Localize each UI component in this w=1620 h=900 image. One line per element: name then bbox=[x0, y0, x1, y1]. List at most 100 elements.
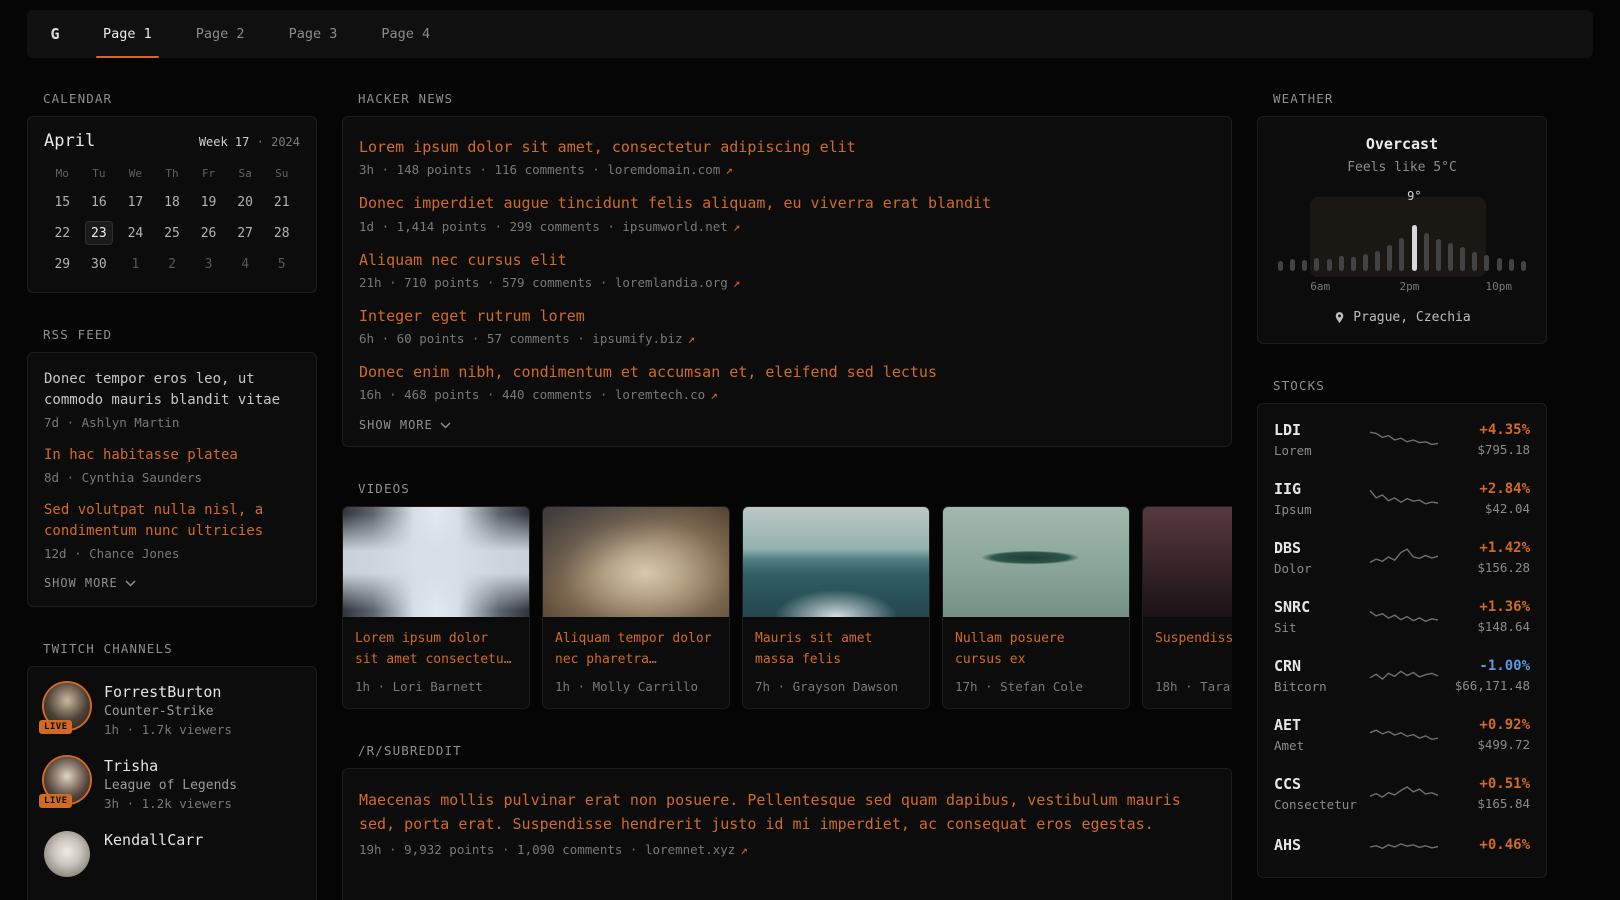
weather-bar bbox=[1412, 225, 1417, 271]
weather-bar bbox=[1302, 260, 1307, 271]
weather-bar bbox=[1472, 252, 1477, 271]
stock-values: +1.36% $148.64 bbox=[1439, 599, 1530, 634]
external-link-icon: ↗ bbox=[710, 387, 718, 402]
calendar-widget: April Week 17 · 2024 MoTuWeThFrSaSu 1516… bbox=[27, 116, 317, 293]
reddit-post-link[interactable]: Maecenas mollis pulvinar erat non posuer… bbox=[359, 789, 1215, 836]
hn-domain-text: ipsumworld.net bbox=[622, 219, 727, 234]
weather-feels-like: Feels like 5°C bbox=[1278, 160, 1526, 175]
rss-item-link[interactable]: Donec tempor eros leo, ut commodo mauris… bbox=[44, 369, 300, 411]
hn-item-link[interactable]: Integer eget rutrum lorem bbox=[359, 306, 1215, 326]
channel-info: KendallCarr bbox=[104, 831, 203, 852]
channel-meta: 1h · 1.7k viewers bbox=[104, 722, 232, 737]
page-tab[interactable]: Page 4 bbox=[359, 10, 452, 58]
weather-time-label: 2pm bbox=[1400, 280, 1420, 293]
hn-item-link[interactable]: Aliquam nec cursus elit bbox=[359, 250, 1215, 270]
stock-name: Bitcorn bbox=[1274, 679, 1369, 694]
weather-section: WEATHER Overcast Feels like 5°C 9° 6am 2… bbox=[1257, 91, 1547, 344]
stock-identity: IIG Ipsum bbox=[1274, 480, 1369, 517]
hn-domain-link[interactable]: ipsumworld.net↗ bbox=[622, 219, 740, 234]
reddit-post: Maecenas mollis pulvinar erat non posuer… bbox=[359, 789, 1215, 857]
stock-sparkline-wrap bbox=[1369, 545, 1439, 571]
stock-ticker: CCS bbox=[1274, 775, 1369, 793]
hackernews-show-more-button[interactable]: SHOW MORE bbox=[359, 418, 451, 432]
hn-item-link[interactable]: Donec imperdiet augue tincidunt felis al… bbox=[359, 193, 1215, 213]
location-pin-icon bbox=[1333, 311, 1346, 324]
twitch-widget: LIVE ForrestBurton Counter-Strike 1h · 1… bbox=[27, 666, 317, 900]
channel-meta: 3h · 1.2k viewers bbox=[104, 796, 237, 811]
hn-domain-link[interactable]: loremdomain.com↗ bbox=[607, 162, 732, 177]
hn-item-meta: 1d · 1,414 points · 299 comments · ipsum… bbox=[359, 219, 1215, 234]
twitch-channel-row[interactable]: LIVE ForrestBurton Counter-Strike 1h · 1… bbox=[44, 683, 300, 737]
hn-item-link[interactable]: Lorem ipsum dolor sit amet, consectetur … bbox=[359, 137, 1215, 157]
video-thumbnail[interactable] bbox=[1143, 507, 1232, 617]
stock-row: AHS +0.46% bbox=[1274, 823, 1530, 871]
channel-game: Counter-Strike bbox=[104, 704, 232, 719]
hn-domain-link[interactable]: loremtech.co↗ bbox=[615, 387, 718, 402]
video-card-body: Aliquam tempor dolor nec pharetra… 1h · … bbox=[543, 617, 729, 708]
weather-time-label: 10pm bbox=[1485, 280, 1512, 293]
video-title-link[interactable]: Lorem ipsum dolor sit amet consectetu… bbox=[355, 629, 517, 671]
page-tab[interactable]: Page 2 bbox=[174, 10, 267, 58]
calendar-day: 21 bbox=[268, 190, 296, 214]
video-card[interactable]: Aliquam tempor dolor nec pharetra… 1h · … bbox=[542, 506, 730, 709]
stock-row: SNRC Sit +1.36% $148.64 bbox=[1274, 587, 1530, 646]
calendar-day: 26 bbox=[195, 221, 223, 245]
hn-domain-text: loremdomain.com bbox=[607, 162, 720, 177]
video-card-body: Lorem ipsum dolor sit amet consectetu… 1… bbox=[343, 617, 529, 708]
page-tab[interactable]: Page 3 bbox=[267, 10, 360, 58]
video-thumbnail[interactable] bbox=[543, 507, 729, 617]
subreddit-widget: Maecenas mollis pulvinar erat non posuer… bbox=[342, 768, 1232, 900]
video-title-link[interactable]: Mauris sit amet massa felis bbox=[755, 629, 917, 671]
stock-ticker: IIG bbox=[1274, 480, 1369, 498]
twitch-channel-row[interactable]: KendallCarr bbox=[44, 831, 300, 877]
rss-item-link[interactable]: Sed volutpat nulla nisl, a condimentum n… bbox=[44, 500, 300, 542]
reddit-domain-link[interactable]: loremnet.xyz↗ bbox=[645, 842, 748, 857]
hn-item-meta: 6h · 60 points · 57 comments · ipsumify.… bbox=[359, 331, 1215, 346]
calendar-day: 19 bbox=[195, 190, 223, 214]
calendar-week-label: Week 17 bbox=[199, 135, 250, 149]
page-tab-label: Page 1 bbox=[103, 26, 152, 42]
stock-ticker: CRN bbox=[1274, 657, 1369, 675]
rss-item-meta: 12d · Chance Jones bbox=[44, 546, 300, 561]
stock-ticker: DBS bbox=[1274, 539, 1369, 557]
video-title-link[interactable]: Nullam posuere cursus ex bbox=[955, 629, 1117, 671]
stock-sparkline-wrap bbox=[1369, 663, 1439, 689]
reddit-post-stats: 19h · 9,932 points · 1,090 comments · bbox=[359, 842, 645, 857]
weather-bar bbox=[1436, 239, 1441, 271]
video-card[interactable]: Lorem ipsum dolor sit amet consectetu… 1… bbox=[342, 506, 530, 709]
stock-row: AET Amet +0.92% $499.72 bbox=[1274, 705, 1530, 764]
video-card[interactable]: Nullam posuere cursus ex 17h · Stefan Co… bbox=[942, 506, 1130, 709]
stock-change: -1.00% bbox=[1439, 658, 1530, 674]
hn-domain-link[interactable]: loremlandia.org↗ bbox=[615, 275, 740, 290]
hn-item: Integer eget rutrum lorem 6h · 60 points… bbox=[359, 306, 1215, 346]
videos-section-title: VIDEOS bbox=[358, 481, 1232, 496]
hn-item-link[interactable]: Donec enim nibh, condimentum et accumsan… bbox=[359, 362, 1215, 382]
stock-ticker: AET bbox=[1274, 716, 1369, 734]
channel-game: League of Legends bbox=[104, 778, 237, 793]
weather-widget: Overcast Feels like 5°C 9° 6am 2pm 10pm … bbox=[1257, 116, 1547, 344]
stock-price: $66,171.48 bbox=[1439, 678, 1530, 693]
videos-section: VIDEOS Lorem ipsum dolor sit amet consec… bbox=[342, 481, 1232, 709]
video-thumbnail[interactable] bbox=[743, 507, 929, 617]
calendar-day: 28 bbox=[268, 221, 296, 245]
video-title-link[interactable]: Suspendisse diam bbox=[1155, 629, 1232, 671]
weather-bar bbox=[1363, 254, 1368, 271]
video-card[interactable]: Mauris sit amet massa felis 7h · Grayson… bbox=[742, 506, 930, 709]
hn-domain-link[interactable]: ipsumify.biz↗ bbox=[592, 331, 695, 346]
page-tab[interactable]: Page 1 bbox=[81, 10, 174, 58]
rss-item: Sed volutpat nulla nisl, a condimentum n… bbox=[44, 500, 300, 561]
hn-item-stats: 1d · 1,414 points · 299 comments · bbox=[359, 219, 622, 234]
rss-show-more-button[interactable]: SHOW MORE bbox=[44, 576, 136, 590]
videos-row: Lorem ipsum dolor sit amet consectetu… 1… bbox=[342, 506, 1232, 709]
stock-name: Sit bbox=[1274, 620, 1369, 635]
calendar-section-title: CALENDAR bbox=[43, 91, 317, 106]
rss-item-link[interactable]: In hac habitasse platea bbox=[44, 445, 300, 466]
twitch-channel-row[interactable]: LIVE Trisha League of Legends 3h · 1.2k … bbox=[44, 757, 300, 811]
calendar-day: 24 bbox=[121, 221, 149, 245]
video-thumbnail[interactable] bbox=[943, 507, 1129, 617]
video-thumbnail[interactable] bbox=[343, 507, 529, 617]
app-logo[interactable]: G bbox=[33, 10, 77, 58]
video-title-link[interactable]: Aliquam tempor dolor nec pharetra… bbox=[555, 629, 717, 671]
video-card[interactable]: Suspendisse diam 18h · Tara bbox=[1142, 506, 1232, 709]
weather-bar bbox=[1375, 251, 1380, 271]
